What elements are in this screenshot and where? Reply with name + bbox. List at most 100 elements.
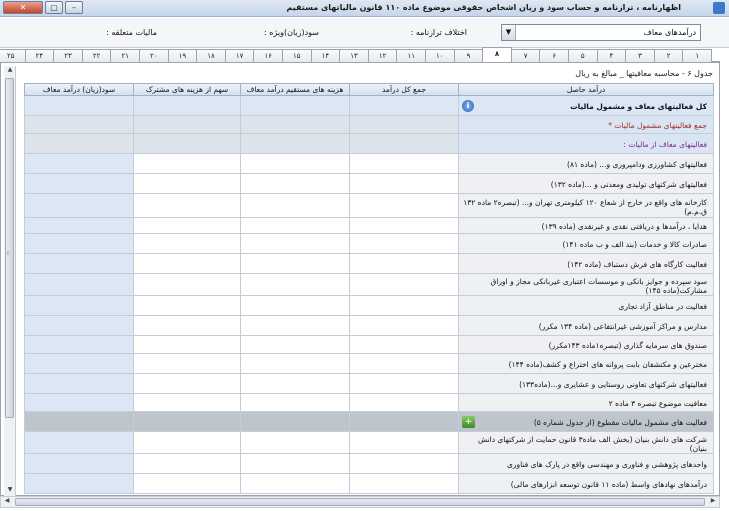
amount-cell[interactable]: [24, 254, 134, 274]
amount-cell[interactable]: [240, 316, 350, 336]
amount-cell[interactable]: [24, 116, 134, 134]
amount-cell[interactable]: [240, 218, 350, 234]
amount-cell[interactable]: [240, 412, 350, 432]
minimize-button[interactable]: –: [65, 1, 83, 14]
amount-cell[interactable]: [133, 116, 241, 134]
column-header-total-income[interactable]: جمع کل درآمد: [349, 83, 459, 96]
amount-cell[interactable]: [240, 374, 350, 394]
amount-cell[interactable]: [349, 274, 459, 296]
amount-cell[interactable]: [349, 394, 459, 412]
tab-9[interactable]: ۹: [453, 49, 484, 62]
amount-cell[interactable]: [349, 296, 459, 316]
amount-cell[interactable]: [133, 296, 241, 316]
amount-cell[interactable]: [24, 474, 134, 494]
amount-cell[interactable]: [133, 154, 241, 174]
tab-14[interactable]: ۱۴: [310, 49, 341, 62]
amount-cell[interactable]: [24, 174, 134, 194]
info-icon[interactable]: i: [462, 99, 474, 112]
amount-cell[interactable]: [133, 374, 241, 394]
amount-cell[interactable]: [240, 474, 350, 494]
amount-cell[interactable]: [240, 394, 350, 412]
close-button[interactable]: ✕: [3, 1, 43, 14]
amount-cell[interactable]: [133, 432, 241, 454]
amount-cell[interactable]: [24, 354, 134, 374]
amount-cell[interactable]: [240, 336, 350, 354]
amount-cell[interactable]: [133, 234, 241, 254]
amount-cell[interactable]: [24, 218, 134, 234]
amount-cell[interactable]: [24, 234, 134, 254]
amount-cell[interactable]: [349, 316, 459, 336]
maximize-button[interactable]: ▢: [45, 1, 63, 14]
amount-cell[interactable]: [133, 394, 241, 412]
column-header-exempt-profit[interactable]: سود(زیان) درآمد معاف: [24, 83, 134, 96]
amount-cell[interactable]: [349, 116, 459, 134]
scroll-right-icon[interactable]: ▶: [707, 497, 719, 507]
tab-12[interactable]: ۱۲: [367, 49, 398, 62]
amount-cell[interactable]: [349, 432, 459, 454]
splitter-grip-icon[interactable]: ⁞: [7, 250, 12, 260]
amount-cell[interactable]: [349, 254, 459, 274]
amount-cell[interactable]: [133, 274, 241, 296]
tab-22[interactable]: ۲۲: [81, 49, 112, 62]
add-item-icon[interactable]: +: [462, 415, 475, 428]
tab-4[interactable]: ۴: [596, 49, 627, 62]
amount-cell[interactable]: [24, 394, 134, 412]
tab-6[interactable]: ۶: [539, 49, 569, 62]
amount-cell[interactable]: [133, 412, 241, 432]
amount-cell[interactable]: [133, 218, 241, 234]
amount-cell[interactable]: [240, 174, 350, 194]
amount-cell[interactable]: [24, 194, 134, 218]
amount-cell[interactable]: [24, 154, 134, 174]
amount-cell[interactable]: [240, 116, 350, 134]
amount-cell[interactable]: [24, 134, 134, 154]
amount-cell[interactable]: [133, 336, 241, 354]
amount-cell[interactable]: [349, 174, 459, 194]
vertical-scrollbar[interactable]: ▲ ▼: [4, 66, 16, 496]
amount-cell[interactable]: [133, 316, 241, 336]
amount-cell[interactable]: [240, 354, 350, 374]
amount-cell[interactable]: [240, 134, 350, 154]
horizontal-scroll-thumb[interactable]: [15, 498, 705, 506]
scroll-up-icon[interactable]: ▲: [4, 66, 16, 76]
scroll-left-icon[interactable]: ◀: [1, 497, 13, 507]
amount-cell[interactable]: [349, 354, 459, 374]
tab-23[interactable]: ۲۳: [53, 49, 83, 62]
tab-19[interactable]: ۱۹: [167, 49, 198, 62]
amount-cell[interactable]: [24, 432, 134, 454]
tab-18[interactable]: ۱۸: [196, 49, 226, 62]
tab-15[interactable]: ۱۵: [282, 49, 312, 62]
amount-cell[interactable]: [240, 274, 350, 296]
amount-cell[interactable]: [133, 174, 241, 194]
amount-cell[interactable]: [349, 474, 459, 494]
amount-cell[interactable]: [24, 96, 134, 116]
amount-cell[interactable]: [240, 154, 350, 174]
column-header-direct-costs[interactable]: هزینه های مستقیم درآمد معاف: [240, 83, 350, 96]
amount-cell[interactable]: [24, 374, 134, 394]
amount-cell[interactable]: [349, 374, 459, 394]
tab-24[interactable]: ۲۴: [24, 49, 55, 62]
tab-3[interactable]: ۳: [625, 49, 655, 62]
amount-cell[interactable]: [240, 296, 350, 316]
amount-cell[interactable]: [240, 194, 350, 218]
amount-cell[interactable]: [24, 412, 134, 432]
amount-cell[interactable]: [24, 316, 134, 336]
amount-cell[interactable]: [24, 454, 134, 474]
amount-cell[interactable]: [240, 254, 350, 274]
amount-cell[interactable]: [240, 454, 350, 474]
column-header-shared-costs[interactable]: سهم از هزینه های مشترک: [133, 83, 241, 96]
tab-16[interactable]: ۱۶: [253, 49, 283, 62]
tab-7[interactable]: ۷: [510, 49, 541, 62]
tab-17[interactable]: ۱۷: [224, 49, 255, 62]
amount-cell[interactable]: [349, 154, 459, 174]
tab-21[interactable]: ۲۱: [110, 49, 140, 62]
tab-25[interactable]: ۲۵: [0, 49, 26, 62]
amount-cell[interactable]: [240, 432, 350, 454]
amount-cell[interactable]: [349, 454, 459, 474]
chevron-down-icon[interactable]: ▼: [502, 25, 516, 40]
amount-cell[interactable]: [349, 412, 459, 432]
amount-cell[interactable]: [240, 96, 350, 116]
section-select[interactable]: درآمدهای معاف ▼: [501, 24, 701, 41]
amount-cell[interactable]: [24, 274, 134, 296]
amount-cell[interactable]: [349, 96, 459, 116]
amount-cell[interactable]: [349, 134, 459, 154]
